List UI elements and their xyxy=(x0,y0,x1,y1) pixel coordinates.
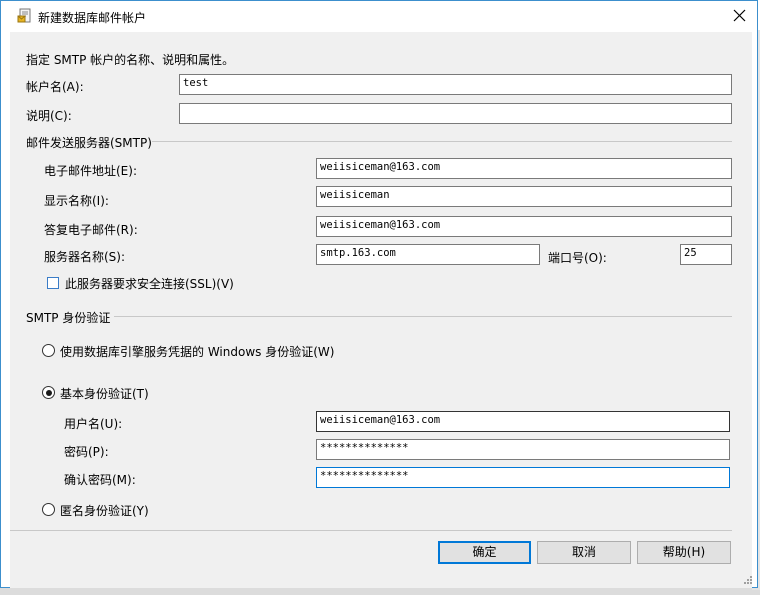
ok-button[interactable]: 确定 xyxy=(438,541,531,564)
windows-auth-label[interactable]: 使用数据库引擎服务凭据的 Windows 身份验证(W) xyxy=(60,343,334,360)
cancel-button[interactable]: 取消 xyxy=(537,541,631,564)
server-name-label: 服务器名称(S): xyxy=(44,250,126,264)
dialog-title: 新建数据库邮件帐户 xyxy=(38,11,147,25)
username-input[interactable]: weiisiceman@163.com xyxy=(316,411,730,432)
email-address-label: 电子邮件地址(E): xyxy=(44,164,137,178)
help-button[interactable]: 帮助(H) xyxy=(637,541,731,564)
account-name-label: 帐户名(A): xyxy=(26,80,84,94)
anonymous-auth-radio[interactable] xyxy=(42,503,55,516)
password-input[interactable]: ************** xyxy=(316,439,730,460)
smtp-group-label: 邮件发送服务器(SMTP) xyxy=(26,136,152,150)
windows-auth-radio[interactable] xyxy=(42,344,55,357)
confirm-password-label: 确认密码(M): xyxy=(64,473,136,487)
intro-text: 指定 SMTP 帐户的名称、说明和属性。 xyxy=(26,53,235,67)
anonymous-auth-label[interactable]: 匿名身份验证(Y) xyxy=(60,502,149,519)
ssl-checkbox[interactable] xyxy=(47,277,59,289)
basic-auth-label[interactable]: 基本身份验证(T) xyxy=(60,385,149,402)
confirm-password-input[interactable]: ************** xyxy=(316,467,730,488)
email-address-input[interactable]: weiisiceman@163.com xyxy=(316,158,732,179)
auth-group-label: SMTP 身份验证 xyxy=(26,311,111,325)
basic-auth-radio[interactable] xyxy=(42,386,55,399)
smtp-group-line xyxy=(152,141,732,142)
port-label: 端口号(O): xyxy=(548,251,607,265)
reply-email-input[interactable]: weiisiceman@163.com xyxy=(316,216,732,237)
display-name-label: 显示名称(I): xyxy=(44,194,109,208)
password-label: 密码(P): xyxy=(64,445,109,459)
description-input[interactable] xyxy=(179,103,732,124)
username-label: 用户名(U): xyxy=(64,417,123,431)
close-button[interactable] xyxy=(723,1,757,31)
title-bar[interactable]: 新建数据库邮件帐户 xyxy=(1,1,757,32)
port-input[interactable]: 25 xyxy=(680,244,732,265)
new-mail-account-dialog: 新建数据库邮件帐户 指定 SMTP 帐户的名称、说明和属性。 帐户名(A): t… xyxy=(0,0,758,588)
mail-account-icon xyxy=(17,8,33,24)
reply-email-label: 答复电子邮件(R): xyxy=(44,223,138,237)
dialog-body: 指定 SMTP 帐户的名称、说明和属性。 帐户名(A): test 说明(C):… xyxy=(10,32,752,588)
ssl-label[interactable]: 此服务器要求安全连接(SSL)(V) xyxy=(65,275,234,292)
resize-grip-icon[interactable] xyxy=(741,575,753,587)
server-name-input[interactable]: smtp.163.com xyxy=(316,244,540,265)
description-label: 说明(C): xyxy=(26,109,72,123)
display-name-input[interactable]: weiisiceman xyxy=(316,186,732,207)
auth-group-line xyxy=(114,316,732,317)
close-icon xyxy=(733,9,746,22)
account-name-input[interactable]: test xyxy=(179,74,732,95)
button-row-separator xyxy=(10,530,732,531)
